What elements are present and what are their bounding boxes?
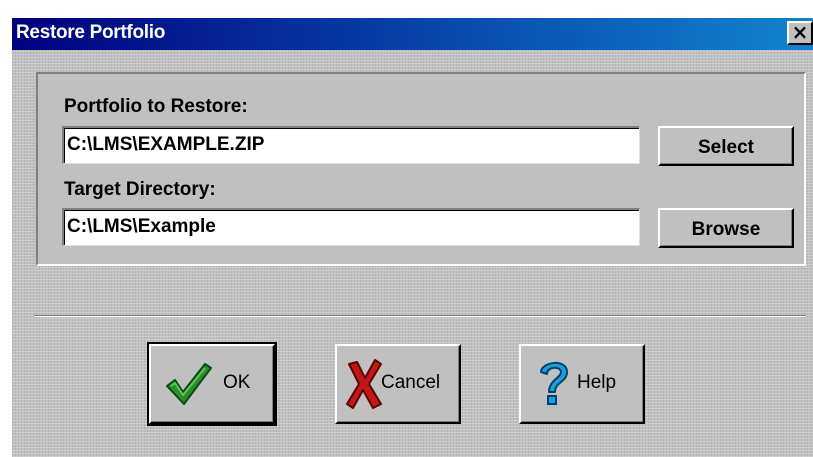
portfolio-path-input[interactable]: C:\LMS\EXAMPLE.ZIP bbox=[62, 126, 640, 164]
ok-button[interactable]: OK bbox=[147, 342, 277, 426]
target-directory-label: Target Directory: bbox=[64, 179, 216, 200]
red-x-icon bbox=[346, 359, 382, 409]
ok-label: OK bbox=[223, 372, 251, 393]
checkmark-icon bbox=[166, 363, 212, 405]
dialog-title: Restore Portfolio bbox=[16, 22, 166, 43]
close-icon: × bbox=[791, 20, 809, 44]
dialog-body: Portfolio to Restore: C:\LMS\EXAMPLE.ZIP… bbox=[12, 50, 813, 457]
help-button[interactable]: Help bbox=[519, 344, 645, 424]
close-button[interactable]: × bbox=[787, 21, 813, 45]
question-mark-icon bbox=[540, 362, 568, 405]
separator-line bbox=[34, 315, 806, 317]
portfolio-label: Portfolio to Restore: bbox=[64, 96, 248, 117]
browse-button[interactable]: Browse bbox=[658, 208, 794, 248]
target-directory-input[interactable]: C:\LMS\Example bbox=[62, 208, 640, 246]
help-label: Help bbox=[577, 372, 617, 393]
select-button[interactable]: Select bbox=[658, 126, 794, 166]
title-bar[interactable]: Restore Portfolio × bbox=[12, 18, 813, 50]
cancel-button[interactable]: Cancel bbox=[335, 344, 461, 424]
restore-portfolio-dialog: Restore Portfolio × Portfolio to Restore… bbox=[10, 16, 813, 457]
path-group-panel: Portfolio to Restore: C:\LMS\EXAMPLE.ZIP… bbox=[36, 72, 806, 266]
cancel-label: Cancel bbox=[381, 372, 441, 393]
